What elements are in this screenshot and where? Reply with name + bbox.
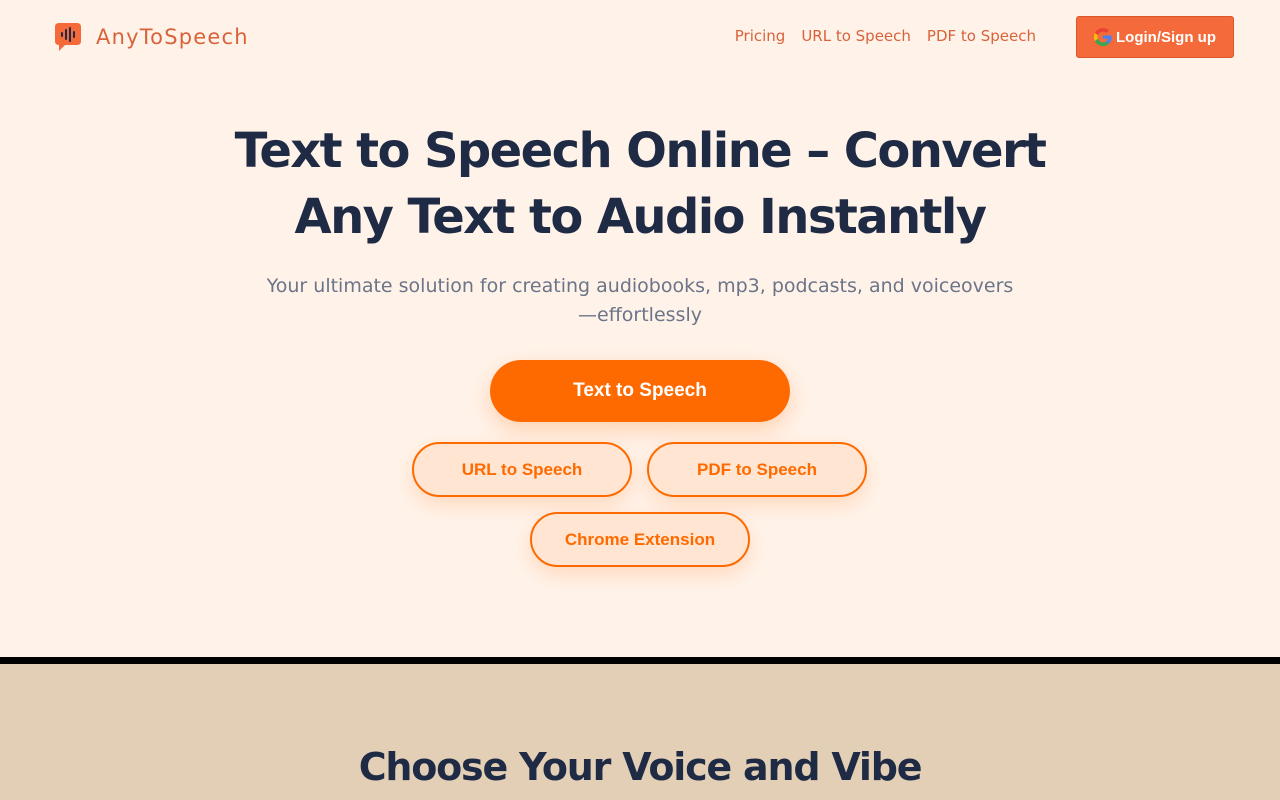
nav-item-url-to-speech[interactable]: URL to Speech	[801, 26, 911, 46]
voice-section: Choose Your Voice and Vibe	[0, 664, 1280, 800]
hero-title-line-2: Any Text to Audio Instantly	[294, 189, 988, 245]
voice-section-title: Choose Your Voice and Vibe	[358, 745, 923, 789]
nav-item-pdf-to-speech[interactable]: PDF to Speech	[927, 26, 1036, 46]
hero-subtitle: Your ultimate solution for creating audi…	[266, 275, 1014, 326]
hero-title-line-1: Text to Speech Online – Convert	[234, 123, 1047, 179]
pdf-to-speech-button[interactable]: PDF to Speech	[647, 442, 867, 497]
google-icon	[1094, 28, 1112, 46]
login-signup-button[interactable]: Login/Sign up	[1076, 16, 1234, 58]
section-divider	[0, 657, 1280, 664]
nav-item-pricing[interactable]: Pricing	[735, 26, 786, 46]
speech-bubble-waveform-icon	[55, 23, 81, 51]
brand-logo[interactable]: AnyToSpeech	[54, 21, 249, 53]
text-to-speech-button[interactable]: Text to Speech	[490, 360, 790, 422]
login-signup-label: Login/Sign up	[1116, 28, 1216, 46]
site-header: AnyToSpeech Pricing URL to Speech PDF to…	[0, 0, 1280, 72]
url-to-speech-button[interactable]: URL to Speech	[412, 442, 632, 497]
brand-name: AnyToSpeech	[96, 25, 249, 49]
chrome-extension-button[interactable]: Chrome Extension	[530, 512, 750, 567]
hero-title: Text to Speech Online – Convert Any Text…	[0, 118, 1280, 250]
main-nav: Pricing URL to Speech PDF to Speech	[735, 26, 1036, 46]
